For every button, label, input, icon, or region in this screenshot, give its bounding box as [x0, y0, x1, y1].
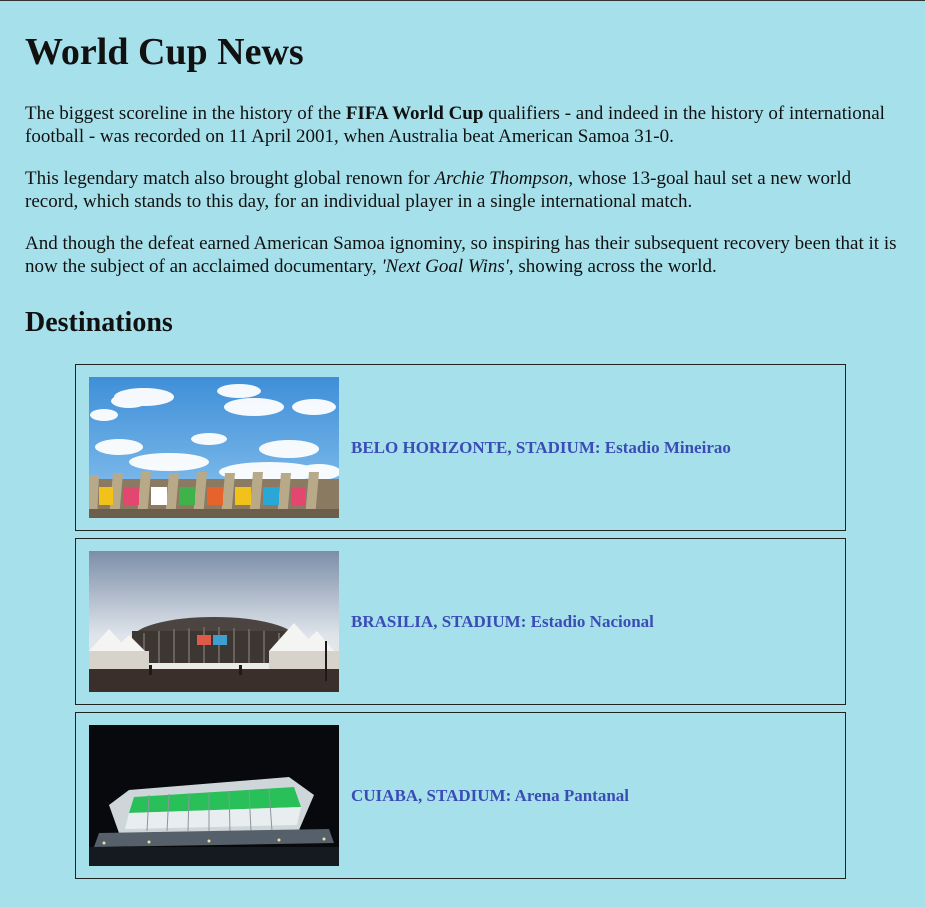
destination-link-belo-horizonte[interactable]: BELO HORIZONTE, STADIUM: Estadio Mineira… [351, 365, 731, 530]
stadium-mineirao-photo[interactable] [89, 377, 339, 518]
news-paragraph-1: The biggest scoreline in the history of … [25, 102, 900, 148]
destination-link-cuiaba[interactable]: CUIABA, STADIUM: Arena Pantanal [351, 713, 629, 878]
page-title: World Cup News [25, 31, 304, 73]
destination-link-brasilia[interactable]: BRASILIA, STADIUM: Estadio Nacional [351, 539, 654, 704]
paragraph-1-bold: FIFA World Cup [345, 103, 484, 124]
news-paragraph-2: This legendary match also brought global… [25, 167, 900, 213]
destinations-list: BELO HORIZONTE, STADIUM: Estadio Mineira… [75, 364, 846, 879]
paragraph-2-text-a: This legendary match also brought global… [25, 168, 435, 189]
destination-card-cuiaba: CUIABA, STADIUM: Arena Pantanal [75, 712, 846, 879]
paragraph-3-text-b: , showing across the world. [508, 256, 717, 277]
paragraph-2-italic: Archie Thompson [434, 168, 569, 189]
paragraph-3-italic: 'Next Goal Wins' [381, 256, 509, 277]
destination-card-brasilia: BRASILIA, STADIUM: Estadio Nacional [75, 538, 846, 705]
stadium-pantanal-photo[interactable] [89, 725, 339, 866]
stadium-nacional-photo[interactable] [89, 551, 339, 692]
destination-card-belo-horizonte: BELO HORIZONTE, STADIUM: Estadio Mineira… [75, 364, 846, 531]
news-paragraph-3: And though the defeat earned American Sa… [25, 232, 900, 278]
paragraph-1-text-a: The biggest scoreline in the history of … [25, 103, 346, 124]
destinations-heading: Destinations [25, 307, 173, 338]
page: World Cup News The biggest scoreline in … [0, 1, 925, 879]
